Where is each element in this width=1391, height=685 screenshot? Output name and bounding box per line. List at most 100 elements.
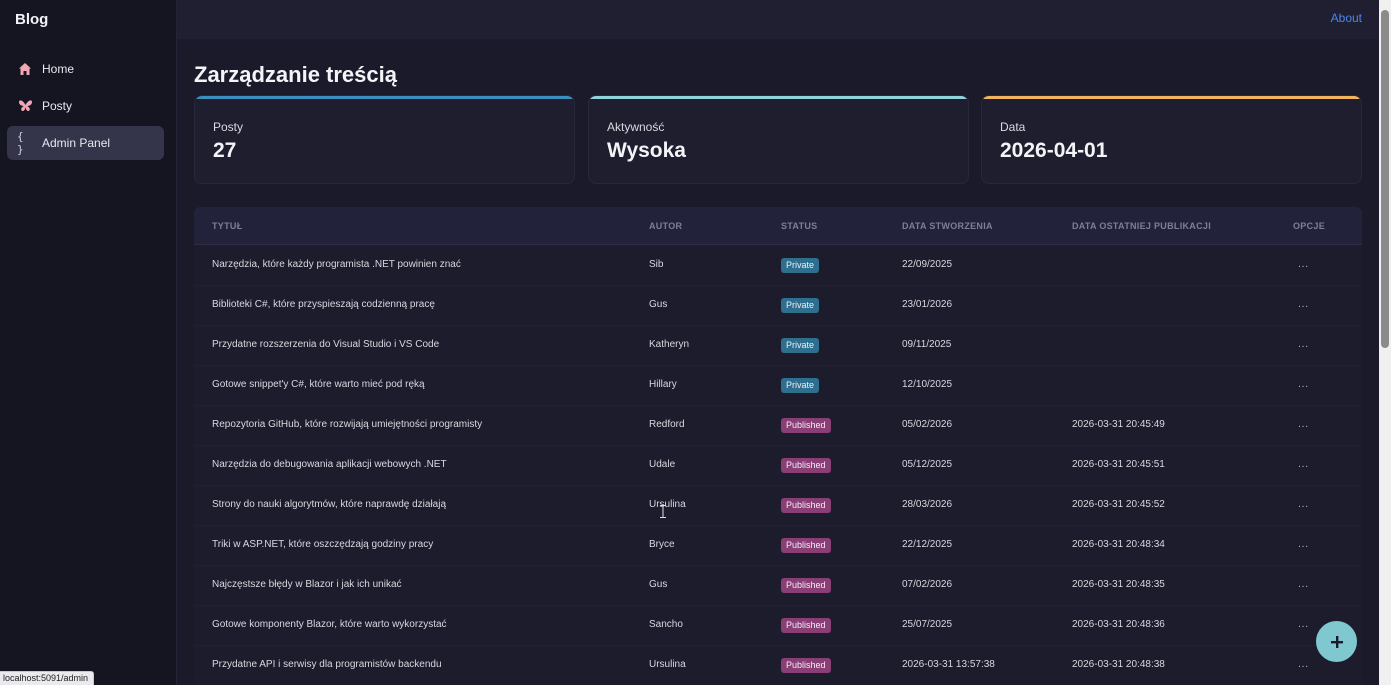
- table-row[interactable]: Narzędzia, które każdy programista .NET …: [194, 246, 1362, 286]
- row-options-button[interactable]: ...: [1298, 498, 1309, 510]
- column-header-created[interactable]: DATA STWORZENIA: [902, 221, 993, 231]
- post-title-cell: Przydatne rozszerzenia do Visual Studio …: [212, 339, 440, 350]
- status-badge: Private: [781, 298, 820, 313]
- row-options-button[interactable]: ...: [1298, 578, 1309, 590]
- status-badge: Published: [781, 618, 831, 633]
- column-header-status[interactable]: STATUS: [781, 221, 817, 231]
- card-label: Posty: [213, 120, 244, 134]
- row-options-button[interactable]: ...: [1298, 258, 1309, 270]
- last-published-cell: 2026-03-31 20:45:52: [1072, 499, 1165, 510]
- last-published-cell: 2026-03-31 20:45:49: [1072, 419, 1165, 430]
- created-date-cell: 12/10/2025: [902, 379, 953, 390]
- plus-icon: [1330, 635, 1343, 648]
- table-row[interactable]: Narzędzia do debugowania aplikacji webow…: [194, 446, 1362, 486]
- last-published-cell: 2026-03-31 20:48:36: [1072, 619, 1165, 630]
- table-row[interactable]: Przydatne API i serwisy dla programistów…: [194, 646, 1362, 685]
- braces-icon: { }: [17, 130, 25, 156]
- created-date-cell: 05/02/2026: [902, 419, 953, 430]
- post-title-cell: Repozytoria GitHub, które rozwijają umie…: [212, 419, 483, 430]
- row-options-button[interactable]: ...: [1298, 378, 1309, 390]
- column-header-author[interactable]: AUTOR: [649, 221, 682, 231]
- card-value: Wysoka: [607, 139, 686, 162]
- table-row[interactable]: Triki w ASP.NET, które oszczędzają godzi…: [194, 526, 1362, 566]
- created-date-cell: 22/09/2025: [902, 259, 953, 270]
- table-row[interactable]: Gotowe snippet'y C#, które warto mieć po…: [194, 366, 1362, 406]
- status-badge: Private: [781, 338, 820, 353]
- row-options-button[interactable]: ...: [1298, 418, 1309, 430]
- table-row[interactable]: Strony do nauki algorytmów, które napraw…: [194, 486, 1362, 526]
- author-cell: Sancho: [649, 619, 683, 630]
- about-link[interactable]: About: [1331, 11, 1362, 25]
- card-accent: [982, 96, 1361, 99]
- post-title-cell: Przydatne API i serwisy dla programistów…: [212, 659, 442, 670]
- row-options-button[interactable]: ...: [1298, 658, 1309, 670]
- table-row[interactable]: Przydatne rozszerzenia do Visual Studio …: [194, 326, 1362, 366]
- column-header-options: OPCJE: [1293, 221, 1326, 231]
- app-window: Blog Home Posty { } Admin Panel About Za…: [0, 0, 1391, 685]
- card-accent: [589, 96, 968, 99]
- status-badge: Private: [781, 258, 820, 273]
- card-label: Aktywność: [607, 120, 665, 134]
- row-options-button[interactable]: ...: [1298, 618, 1309, 630]
- post-title-cell: Gotowe komponenty Blazor, które warto wy…: [212, 619, 447, 630]
- table-header: TYTUŁ AUTOR STATUS DATA STWORZENIA DATA …: [194, 207, 1362, 245]
- status-badge: Published: [781, 538, 831, 553]
- status-badge: Published: [781, 578, 831, 593]
- butterfly-icon: [17, 98, 33, 114]
- created-date-cell: 05/12/2025: [902, 459, 953, 470]
- add-post-button[interactable]: [1316, 621, 1357, 662]
- column-header-title[interactable]: TYTUŁ: [212, 221, 243, 231]
- table-row[interactable]: Gotowe komponenty Blazor, które warto wy…: [194, 606, 1362, 646]
- author-cell: Sib: [649, 259, 664, 270]
- row-options-button[interactable]: ...: [1298, 458, 1309, 470]
- nav-item-label: Admin Panel: [42, 136, 111, 150]
- created-date-cell: 2026-03-31 13:57:38: [902, 659, 995, 670]
- page-title: Zarządzanie treścią: [194, 62, 397, 87]
- post-title-cell: Biblioteki C#, które przyspieszają codzi…: [212, 299, 435, 310]
- author-cell: Gus: [649, 579, 668, 590]
- topbar: About: [177, 0, 1379, 39]
- author-cell: Gus: [649, 299, 668, 310]
- row-options-button[interactable]: ...: [1298, 538, 1309, 550]
- row-options-button[interactable]: ...: [1298, 338, 1309, 350]
- author-cell: Redford: [649, 419, 685, 430]
- post-title-cell: Triki w ASP.NET, które oszczędzają godzi…: [212, 539, 434, 550]
- nav-item-home[interactable]: Home: [7, 52, 164, 86]
- status-badge: Published: [781, 418, 831, 433]
- author-cell: Hillary: [649, 379, 677, 390]
- created-date-cell: 09/11/2025: [902, 339, 952, 350]
- nav-item-label: Posty: [42, 99, 73, 113]
- nav-item-admin-panel[interactable]: { } Admin Panel: [7, 126, 164, 160]
- card-label: Data: [1000, 120, 1026, 134]
- status-badge: Published: [781, 658, 831, 673]
- created-date-cell: 28/03/2026: [902, 499, 953, 510]
- column-header-last-published[interactable]: DATA OSTATNIEJ PUBLIKACJI: [1072, 221, 1211, 231]
- home-icon: [17, 61, 33, 77]
- stat-card-posts: Posty 27: [194, 95, 575, 184]
- stat-card-date: Data 2026-04-01: [981, 95, 1362, 184]
- scrollbar-thumb[interactable]: [1381, 10, 1389, 348]
- author-cell: Bryce: [649, 539, 675, 550]
- table-row[interactable]: Repozytoria GitHub, które rozwijają umie…: [194, 406, 1362, 446]
- row-options-button[interactable]: ...: [1298, 298, 1309, 310]
- author-cell: Udale: [649, 459, 676, 470]
- nav-item-posty[interactable]: Posty: [7, 89, 164, 123]
- status-badge: Private: [781, 378, 820, 393]
- vertical-scrollbar[interactable]: [1379, 0, 1391, 685]
- status-badge: Published: [781, 498, 831, 513]
- text-cursor-icon: [660, 505, 666, 518]
- brand-title[interactable]: Blog: [15, 11, 48, 28]
- author-cell: Ursulina: [649, 659, 686, 670]
- nav-item-label: Home: [42, 62, 75, 76]
- author-cell: Katheryn: [649, 339, 690, 350]
- sidebar: Blog Home Posty { } Admin Panel: [0, 0, 177, 685]
- created-date-cell: 22/12/2025: [902, 539, 953, 550]
- post-title-cell: Strony do nauki algorytmów, które napraw…: [212, 499, 447, 510]
- posts-table: TYTUŁ AUTOR STATUS DATA STWORZENIA DATA …: [194, 207, 1362, 685]
- table-row[interactable]: Najczęstsze błędy w Blazor i jak ich uni…: [194, 566, 1362, 606]
- status-badge: Published: [781, 458, 831, 473]
- post-title-cell: Narzędzia do debugowania aplikacji webow…: [212, 459, 447, 470]
- card-value: 27: [213, 139, 237, 162]
- post-title-cell: Narzędzia, które każdy programista .NET …: [212, 259, 461, 270]
- table-row[interactable]: Biblioteki C#, które przyspieszają codzi…: [194, 286, 1362, 326]
